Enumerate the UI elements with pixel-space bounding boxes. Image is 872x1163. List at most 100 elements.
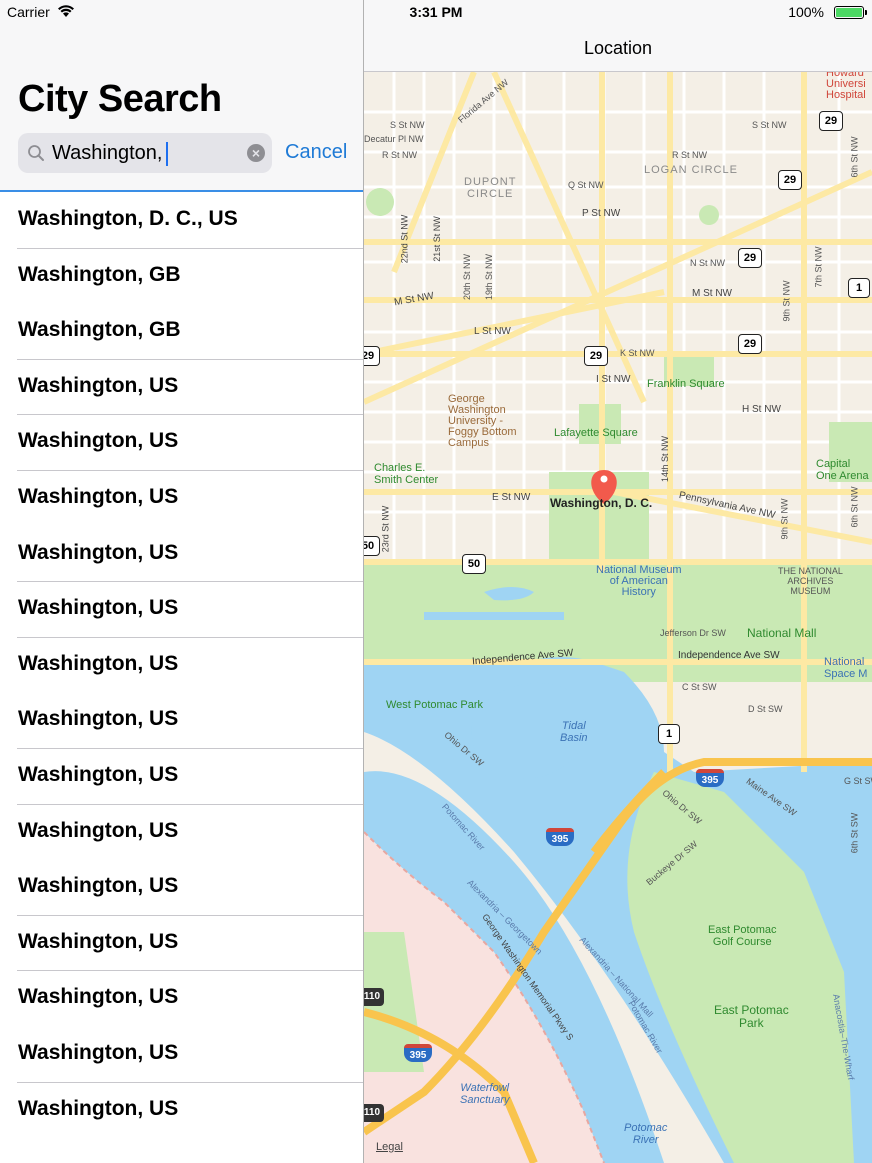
result-label: Washington, GB (18, 262, 181, 286)
us-route-shield: 1 (658, 724, 680, 744)
street-label: C St SW (682, 682, 717, 692)
street-label: M St NW (692, 288, 732, 299)
search-input-value: Washington, (52, 142, 163, 164)
result-row[interactable]: Washington, US (0, 749, 363, 805)
result-label: Washington, US (18, 762, 179, 786)
street-label: R St NW (382, 150, 417, 160)
potomac-river-label: Potomac River (624, 1122, 668, 1146)
street-label: I St NW (596, 374, 631, 385)
map-view[interactable]: Washington, D. C. DUPONT CIRCLE LOGAN CI… (364, 72, 872, 1163)
street-label: N St NW (690, 258, 725, 268)
result-label: Washington, US (18, 429, 179, 453)
route-shield: 110 (364, 1104, 384, 1122)
result-row[interactable]: Washington, US (0, 415, 363, 471)
result-label: Washington, D. C., US (18, 207, 238, 230)
howard-hospital-label: Howard Universi Hospital (826, 72, 866, 101)
result-row[interactable]: Washington, US (0, 527, 363, 583)
result-label: Washington, US (18, 373, 179, 397)
search-input[interactable]: Washington, (52, 133, 169, 173)
result-label: Washington, US (18, 985, 179, 1009)
us-route-shield: 29 (584, 346, 608, 366)
street-label: 6th St NW (849, 136, 860, 178)
street-label: S St NW (752, 120, 787, 130)
result-label: Washington, GB (18, 318, 181, 342)
east-potomac-golf-label: East Potomac Golf Course (708, 924, 777, 948)
result-label: Washington, US (18, 818, 179, 842)
result-row[interactable]: Washington, GB (0, 304, 363, 360)
west-potomac-park-label: West Potomac Park (386, 699, 483, 711)
result-row[interactable]: Washington, US (0, 360, 363, 416)
lafayette-square-label: Lafayette Square (554, 427, 638, 439)
street-label: 6th St NW (849, 486, 860, 528)
clear-icon[interactable]: × (247, 144, 265, 162)
street-label: K St NW (620, 348, 655, 358)
result-label: Washington, US (18, 651, 179, 675)
interstate-shield: 395 (404, 1044, 432, 1062)
result-row[interactable]: Washington, US (0, 1083, 363, 1139)
us-route-shield: 29 (778, 170, 802, 190)
street-label: E St NW (492, 492, 531, 503)
battery-percentage: 100% (788, 4, 824, 20)
clock: 3:31 PM (409, 4, 463, 20)
franklin-square-label: Franklin Square (647, 378, 725, 390)
street-label: R St NW (672, 150, 707, 160)
us-route-shield: 29 (738, 334, 762, 354)
gwu-label: George Washington University - Foggy Bot… (448, 393, 517, 449)
cancel-button[interactable]: Cancel (285, 141, 347, 164)
us-route-shield: 50 (364, 536, 380, 556)
street-label: 6th St SW (849, 812, 860, 854)
search-header: City Search Washington, × Cancel (0, 0, 363, 192)
street-label: Independence Ave SW (678, 650, 780, 661)
result-row[interactable]: Washington, US (0, 860, 363, 916)
status-bar: Carrier 3:31 PM 100% (0, 0, 872, 24)
street-label: 23rd St NW (380, 505, 391, 553)
result-row[interactable]: Washington, US (0, 471, 363, 527)
street-label: 22nd St NW (399, 214, 410, 264)
page-title: City Search (18, 78, 222, 120)
legal-link[interactable]: Legal (376, 1141, 403, 1153)
tidal-basin-label: Tidal Basin (560, 720, 588, 744)
location-panel: Location Washington, D. C. DUPONT CIRCLE… (364, 0, 872, 1163)
us-route-shield: 29 (819, 111, 843, 131)
national-mall-label: National Mall (747, 626, 817, 640)
results-list: Washington, D. C., US Washington, GB Washi… (0, 193, 363, 1138)
result-row[interactable]: Washington, US (0, 1027, 363, 1083)
street-label: 20th St NW (462, 253, 473, 301)
charles-smith-label: Charles E. Smith Center (374, 462, 439, 486)
result-row[interactable]: Washington, US (0, 805, 363, 861)
logan-circle-label: LOGAN CIRCLE (644, 164, 738, 176)
national-archives-label: THE NATIONAL ARCHIVES MUSEUM (778, 566, 843, 596)
street-label: Jefferson Dr SW (660, 628, 726, 638)
result-row[interactable]: Washington, D. C., US (0, 193, 363, 249)
battery-icon (834, 6, 867, 19)
result-row[interactable]: Washington, US (0, 971, 363, 1027)
result-row[interactable]: Washington, US (0, 916, 363, 972)
street-label: 14th St NW (660, 435, 671, 483)
route-shield: 110 (364, 988, 384, 1006)
waterfowl-sanctuary-label: Waterfowl Sanctuary (460, 1082, 510, 1106)
street-label: 9th St NW (779, 498, 790, 540)
dupont-circle-label: DUPONT CIRCLE (464, 176, 517, 200)
street-label: D St SW (748, 704, 783, 714)
capital-one-arena-label: Capital One Arena (816, 458, 869, 482)
interstate-shield: 395 (696, 769, 724, 787)
street-label: 7th St NW (813, 246, 824, 288)
street-label: P St NW (582, 208, 621, 219)
us-route-shield: 1 (848, 278, 870, 298)
result-row[interactable]: Washington, GB (0, 249, 363, 305)
result-label: Washington, US (18, 484, 179, 508)
street-label: 21st St NW (431, 216, 442, 262)
result-label: Washington, US (18, 707, 179, 731)
street-label: 19th St NW (484, 253, 495, 301)
museum-american-history-label: National Museum of American History (596, 564, 682, 598)
result-row[interactable]: Washington, US (0, 582, 363, 638)
result-label: Washington, US (18, 596, 179, 620)
city-search-panel: City Search Washington, × Cancel Washing… (0, 0, 363, 1163)
street-label: Decatur Pl NW (364, 134, 424, 144)
result-row[interactable]: Washington, US (0, 638, 363, 694)
search-field[interactable]: Washington, × (18, 133, 272, 173)
us-route-shield: 50 (462, 554, 486, 574)
search-icon (27, 144, 45, 162)
street-label: G St SW (844, 776, 872, 786)
result-row[interactable]: Washington, US (0, 693, 363, 749)
